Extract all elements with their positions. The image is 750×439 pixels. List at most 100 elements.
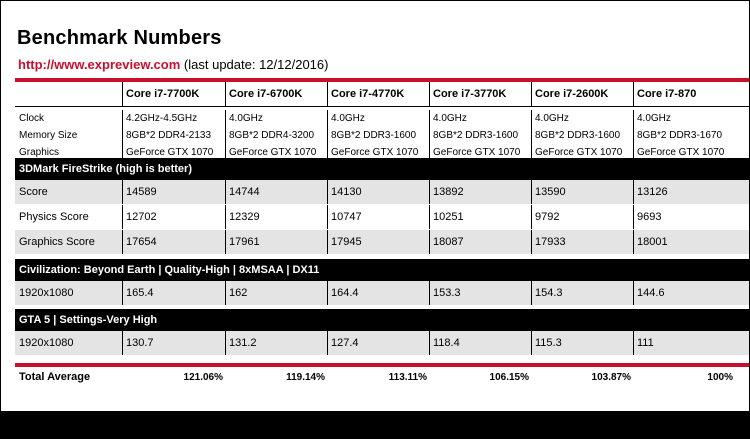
column-divider — [225, 281, 226, 305]
spec-value: 4.0GHz — [433, 113, 467, 124]
row-value: 17933 — [535, 236, 566, 248]
spec-column: 4.0GHz 8GB*2 DDR4-3200 GeForce GTX 1070 — [225, 110, 327, 161]
row-value: 118.4 — [433, 337, 460, 349]
row-label: Graphics Score — [19, 236, 95, 248]
total-average-value: 119.14% — [286, 372, 325, 383]
column-divider — [327, 230, 328, 254]
spec-value: 8GB*2 DDR3-1670 — [637, 130, 723, 141]
column-divider — [327, 110, 328, 161]
row-value: 12702 — [126, 211, 157, 223]
table-row: Score 14589 14744 14130 13892 13590 13126 — [15, 180, 749, 205]
column-divider — [225, 110, 226, 161]
row-value: 12329 — [229, 211, 260, 223]
total-average-value: 100% — [707, 372, 733, 383]
column-divider — [429, 180, 430, 204]
total-average-value: 103.87% — [591, 372, 631, 383]
row-value: 13892 — [433, 186, 464, 198]
spec-label: Clock — [19, 113, 45, 124]
page-title: Benchmark Numbers — [17, 27, 222, 49]
column-divider — [633, 180, 634, 204]
row-value: 14744 — [229, 186, 260, 198]
column-divider — [225, 82, 226, 106]
row-value: 18087 — [433, 236, 464, 248]
spec-rows: Clock Memory Size Graphics 4.2GHz-4.5GHz 8GB… — [15, 110, 749, 161]
column-divider — [633, 110, 634, 161]
subtitle: http://www.expreview.com (last update: 1… — [18, 57, 328, 72]
column-divider — [122, 281, 123, 305]
spec-value: 8GB*2 DDR3-1600 — [331, 130, 417, 141]
table-row: 1920x1080 130.7 131.2 127.4 118.4 115.3 111 — [15, 331, 749, 356]
spec-value: 8GB*2 DDR3-1600 — [433, 130, 519, 141]
spec-column: 4.0GHz 8GB*2 DDR3-1600 GeForce GTX 1070 — [327, 110, 429, 161]
row-value: 154.3 — [535, 287, 563, 299]
column-divider — [122, 230, 123, 254]
spec-value: 4.0GHz — [637, 113, 671, 124]
row-value: 9693 — [637, 211, 662, 223]
table-row: Graphics Score 17654 17961 17945 18087 17933 1… — [15, 230, 749, 255]
total-average-value: 113.11% — [388, 372, 427, 383]
row-label: 1920x1080 — [19, 337, 74, 349]
column-divider — [122, 110, 123, 161]
spec-value: 8GB*2 DDR4-2133 — [126, 130, 212, 141]
table-row: 1920x1080 165.4 162 164.4 153.3 154.3 144.6 — [15, 281, 749, 306]
spec-label-column: Clock Memory Size Graphics — [15, 110, 122, 161]
column-divider — [429, 281, 430, 305]
bottom-red-rule — [15, 363, 749, 367]
total-average-row: Total Average 121.06% 119.14% 113.11% 106.1… — [15, 369, 749, 387]
column-divider — [429, 230, 430, 254]
row-value: 153.3 — [433, 287, 461, 299]
column-divider — [122, 331, 123, 355]
spec-value: 8GB*2 DDR4-3200 — [229, 130, 315, 141]
column-divider — [327, 180, 328, 204]
row-value: 165.4 — [126, 287, 154, 299]
column-divider — [531, 230, 532, 254]
column-divider — [429, 205, 430, 229]
row-value: 131.2 — [229, 337, 257, 349]
cpu-name: Core i7-7700K — [126, 88, 200, 100]
row-value: 144.6 — [637, 287, 665, 299]
spec-value: 8GB*2 DDR3-1600 — [535, 130, 621, 141]
column-divider — [531, 180, 532, 204]
column-divider — [122, 180, 123, 204]
cpu-name: Core i7-4770K — [331, 88, 405, 100]
column-divider — [225, 205, 226, 229]
row-label: Physics Score — [19, 211, 89, 223]
column-divider — [122, 205, 123, 229]
column-divider — [429, 82, 430, 106]
row-value: 17654 — [126, 236, 157, 248]
column-divider — [633, 205, 634, 229]
column-divider — [531, 82, 532, 106]
total-average-value: 121.06% — [183, 372, 223, 383]
cpu-name: Core i7-3770K — [433, 88, 507, 100]
column-divider — [531, 110, 532, 161]
spec-value: 4.0GHz — [331, 113, 365, 124]
row-value: 130.7 — [126, 337, 154, 349]
cpu-header-row: Core i7-7700K Core i7-6700K Core i7-4770K C… — [15, 82, 749, 107]
row-label: Score — [19, 186, 48, 198]
row-value: 13126 — [637, 186, 668, 198]
total-average-label: Total Average — [19, 371, 91, 383]
spec-label: Memory Size — [19, 130, 78, 141]
last-update-note: (last update: 12/12/2016) — [183, 57, 329, 72]
spec-value: 4.2GHz-4.5GHz — [126, 113, 198, 124]
row-value: 18001 — [637, 236, 668, 248]
column-divider — [633, 230, 634, 254]
column-divider — [225, 331, 226, 355]
column-divider — [429, 110, 430, 161]
row-value: 14130 — [331, 186, 362, 198]
source-link[interactable]: http://www.expreview.com — [18, 57, 180, 72]
section-header: GTA 5 | Settings-Very High — [15, 309, 749, 331]
column-divider — [327, 82, 328, 106]
row-value: 127.4 — [331, 337, 359, 349]
column-divider — [122, 82, 123, 106]
spec-column: 4.0GHz 8GB*2 DDR3-1600 GeForce GTX 1070 — [429, 110, 531, 161]
row-value: 13590 — [535, 186, 566, 198]
spec-column: 4.0GHz 8GB*2 DDR3-1670 GeForce GTX 1070 — [633, 110, 749, 161]
row-value: 14589 — [126, 186, 157, 198]
row-value: 162 — [229, 287, 248, 299]
column-divider — [633, 82, 634, 106]
cpu-name: Core i7-6700K — [229, 88, 303, 100]
column-divider — [327, 205, 328, 229]
row-value: 17945 — [331, 236, 362, 248]
cpu-name: Core i7-870 — [637, 88, 697, 100]
